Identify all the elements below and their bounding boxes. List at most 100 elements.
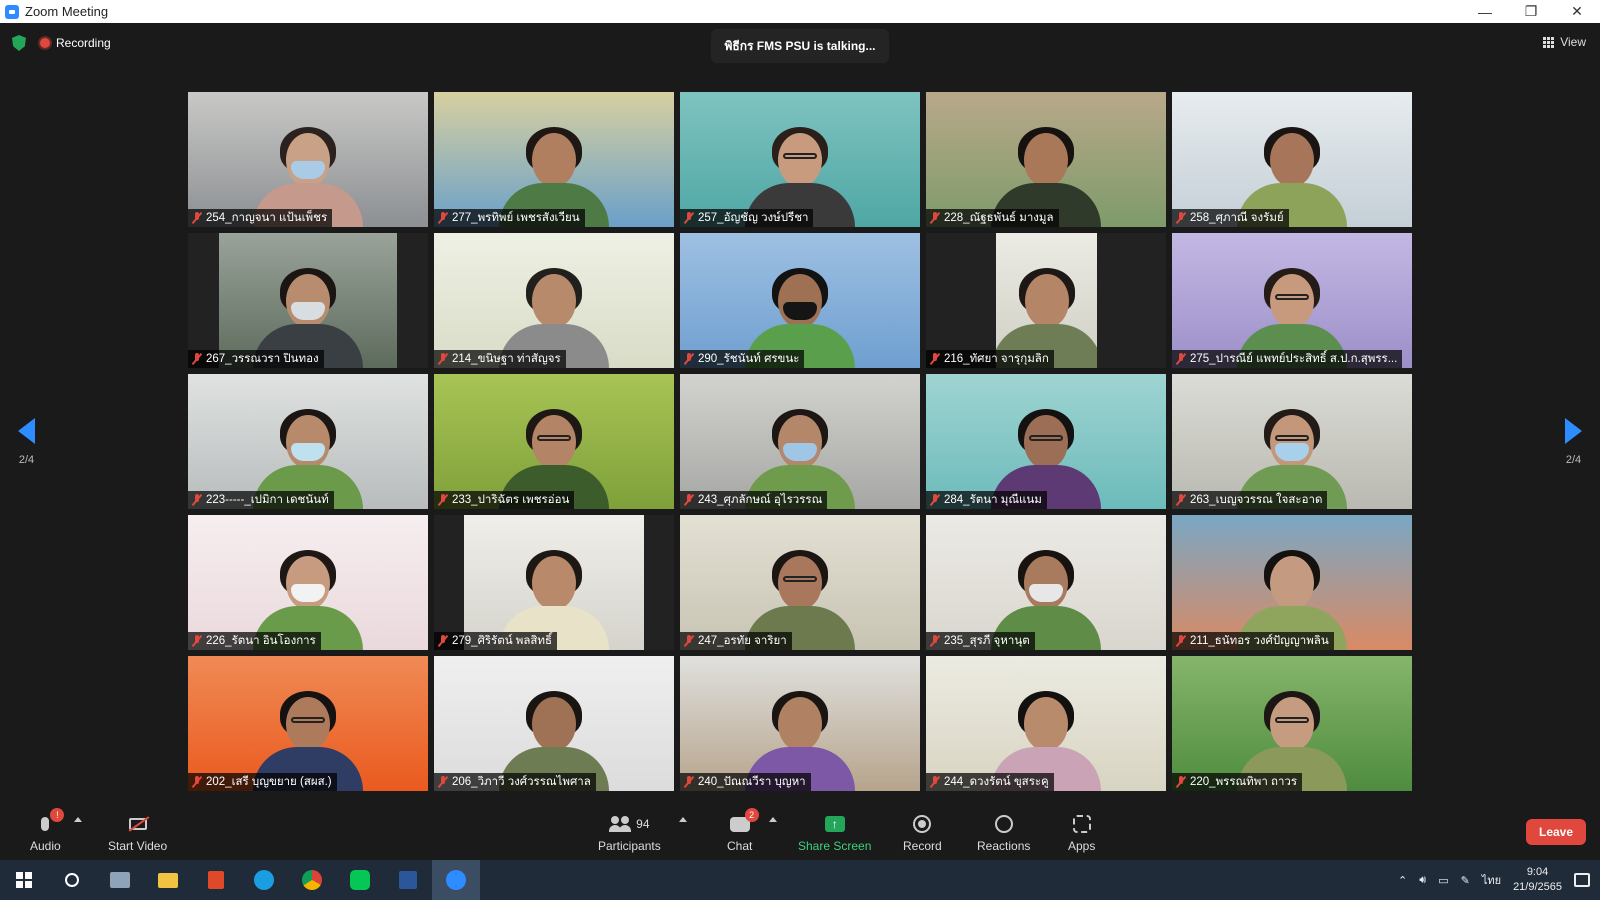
video-feed [188,374,428,509]
audio-label: Audio [30,839,61,853]
muted-microphone-icon [438,353,448,365]
video-tile[interactable]: 206_วิภาวี วงศ์วรรณไพศาล [434,656,674,791]
taskbar-folder[interactable] [144,860,192,900]
clock-date: 21/9/2565 [1513,881,1562,893]
video-tile[interactable]: 257_อัญชัญ วงษ์ปรีชา [680,92,920,227]
participant-name: 202_เสรี บุญขยาย (สผส.) [206,776,332,788]
network-icon[interactable]: ▭ [1438,874,1448,887]
audio-button[interactable]: ! Audio [30,808,65,853]
volume-icon[interactable]: 🔊︎ [1419,874,1426,887]
participant-nametag: 290_รัชนันท์ ศรขนะ [680,350,805,368]
muted-microphone-icon [438,635,448,647]
clock[interactable]: 9:04 21/9/2565 [1513,865,1562,895]
video-tile[interactable]: 223-----_เปมิกา เดชนันท์ [188,374,428,509]
video-tile[interactable]: 211_ธนัทอร วงศ์ปัญญาพลิน [1172,515,1412,650]
video-tile[interactable]: 279_ศิริรัตน์ พลสิทธิ์ [434,515,674,650]
video-tile[interactable]: 235_สุรภี จุหานุต [926,515,1166,650]
taskbar-office[interactable] [192,860,240,900]
minimize-button[interactable]: — [1462,0,1508,23]
apps-label: Apps [1068,839,1096,853]
taskbar-line[interactable] [336,860,384,900]
start-video-button[interactable]: Start Video [108,813,167,853]
video-tile[interactable]: 284_รัตนา มุณีแนม [926,374,1166,509]
reactions-smiley-icon [994,815,1013,833]
participant-nametag: 211_ธนัทอร วงศ์ปัญญาพลิน [1172,632,1334,650]
participants-count: 94 [636,817,650,831]
video-tile[interactable]: 202_เสรี บุญขยาย (สผส.) [188,656,428,791]
video-tile[interactable]: 267_วรรณวรา ปินทอง [188,233,428,368]
edge-icon [254,870,274,890]
share-screen-button[interactable]: ↑ Share Screen [798,813,871,853]
video-tile[interactable]: 247_อรทัย จาริยา [680,515,920,650]
participant-name: 235_สุรภี จุหานุต [944,635,1030,647]
chat-options-chevron-icon[interactable] [769,817,777,822]
taskbar-search-button[interactable] [48,860,96,900]
audio-options-chevron-icon[interactable] [74,817,82,822]
recording-indicator[interactable]: Recording [40,36,111,50]
restore-button[interactable]: ❐ [1508,0,1554,23]
video-feed [680,233,920,368]
video-tile[interactable]: 233_ปาริฉัตร เพชรอ่อน [434,374,674,509]
video-tile[interactable]: 216_ทัศยา จารุกุมลิก [926,233,1166,368]
participant-nametag: 214_ขนิษฐา ท่าสัญจร [434,350,566,368]
zoom-logo-icon [5,4,19,19]
taskbar-chrome[interactable] [288,860,336,900]
video-tile[interactable]: 214_ขนิษฐา ท่าสัญจร [434,233,674,368]
participant-name: 257_อัญชัญ วงษ์ปรีชา [698,212,809,224]
video-tile[interactable]: 277_พรทิพย์ เพชรสังเวียน [434,92,674,227]
video-tile[interactable]: 240_ปัณณวีรา บุญหา [680,656,920,791]
video-tile[interactable]: 243_ศุภลักษณ์ อุไรวรรณ [680,374,920,509]
participant-name: 233_ปาริฉัตร เพชรอ่อน [452,494,570,506]
participant-name: 214_ขนิษฐา ท่าสัญจร [452,353,561,365]
video-tile[interactable]: 220_พรรณทิพา ถาวร [1172,656,1412,791]
video-tile[interactable]: 263_เบญจวรรณ ใจสะอาด [1172,374,1412,509]
reactions-button[interactable]: Reactions [977,813,1030,853]
participants-options-chevron-icon[interactable] [679,817,687,822]
language-indicator[interactable]: ไทย [1482,871,1501,889]
video-tile[interactable]: 244_ดวงรัตน์ ขุสระคู [926,656,1166,791]
muted-microphone-icon [684,212,694,224]
recording-label: Recording [56,36,111,50]
close-button[interactable]: ✕ [1554,0,1600,23]
tray-chevron-up-icon[interactable]: ⌃ [1398,874,1407,887]
participant-nametag: 223-----_เปมิกา เดชนันท์ [188,491,334,509]
next-page-button[interactable]: 2/4 [1565,418,1582,466]
participant-nametag: 206_วิภาวี วงศ์วรรณไพศาล [434,773,596,791]
video-tile[interactable]: 226_รัตนา อินโองการ [188,515,428,650]
pen-icon[interactable]: ✎ [1461,874,1470,887]
taskbar-edge[interactable] [240,860,288,900]
meeting-status: Recording [12,35,111,51]
record-button[interactable]: Record [903,813,942,853]
video-feed [1172,233,1412,368]
arrow-left-icon [18,418,35,444]
participant-name: 240_ปัณณวีรา บุญหา [698,776,806,788]
video-tile[interactable]: 254_กาญจนา แป้นเพ็ชร [188,92,428,227]
video-tile[interactable]: 258_ศุภาณี จงรัมย์ [1172,92,1412,227]
muted-microphone-icon [438,212,448,224]
participants-button[interactable]: 94 Participants [598,813,661,853]
video-feed [434,92,674,227]
apps-icon [1072,815,1091,833]
participant-name: 247_อรทัย จาริยา [698,635,787,647]
video-feed [1172,656,1412,791]
taskbar-zoom[interactable] [432,860,480,900]
video-tile[interactable]: 290_รัชนันท์ ศรขนะ [680,233,920,368]
arrow-right-icon [1565,418,1582,444]
view-button[interactable]: View [1543,35,1586,49]
notifications-icon[interactable] [1574,873,1590,887]
chat-button[interactable]: 2 Chat [727,808,759,853]
taskbar-file-manager[interactable] [96,860,144,900]
record-label: Record [903,839,942,853]
taskbar-word[interactable] [384,860,432,900]
leave-button[interactable]: Leave [1526,819,1586,845]
participant-name: 220_พรรณทิพา ถาวร [1190,776,1298,788]
security-shield-icon[interactable] [12,35,26,51]
windows-start-button[interactable] [0,860,48,900]
apps-button[interactable]: Apps [1068,813,1095,853]
window-title: Zoom Meeting [25,4,109,19]
previous-page-button[interactable]: 2/4 [18,418,35,466]
video-tile[interactable]: 275_ปารณีย์ แพทย์ประสิทธิ์ ส.ป.ก.สุพรร..… [1172,233,1412,368]
folder-icon [158,872,178,888]
reactions-label: Reactions [977,839,1031,853]
video-tile[interactable]: 228_ณัฐธพันธ์ มางมูล [926,92,1166,227]
